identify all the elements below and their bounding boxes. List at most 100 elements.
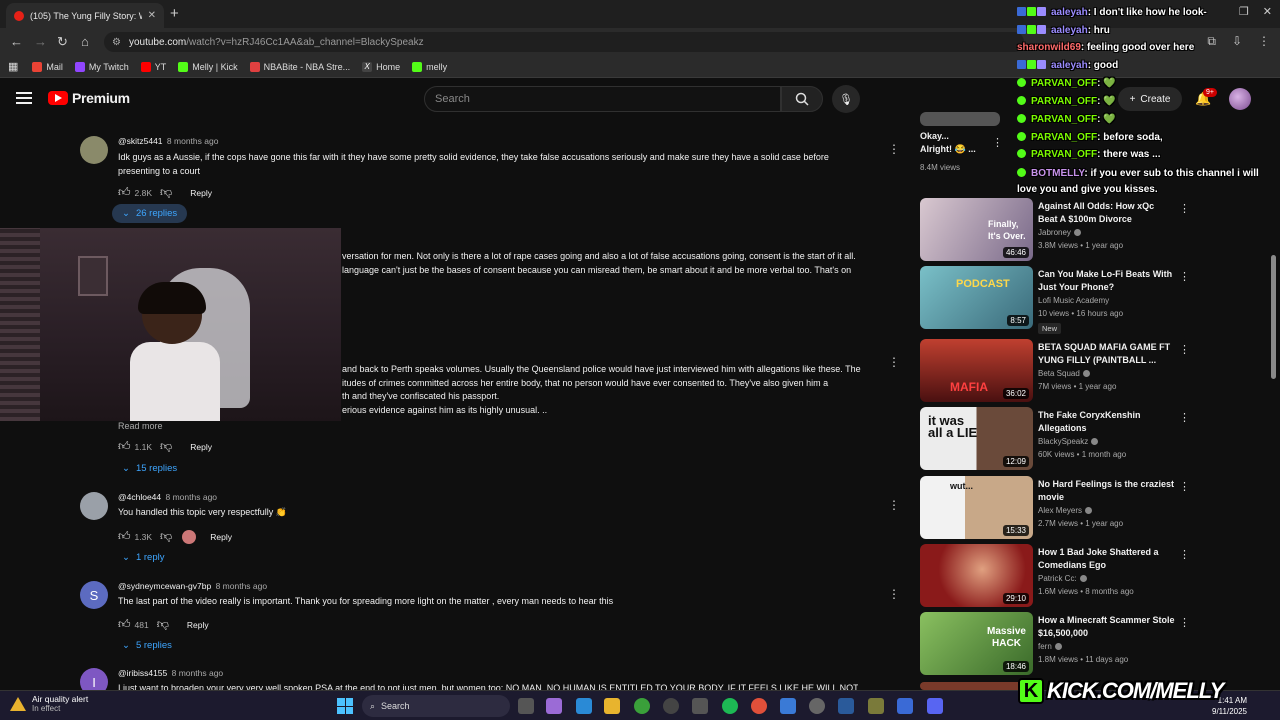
video-thumbnail[interactable]	[920, 112, 1000, 126]
like-icon[interactable]: 👍︎	[118, 617, 131, 632]
taskbar-search[interactable]: ⌕ Search	[362, 695, 510, 717]
bookmark-yt[interactable]: YT	[140, 61, 166, 72]
comment-author[interactable]: @skitz5441	[118, 136, 163, 146]
video-thumbnail[interactable]	[920, 682, 1033, 690]
extensions-icon[interactable]: ⧉	[1207, 34, 1216, 49]
video-more-icon[interactable]: ⋮	[1179, 480, 1190, 493]
comment-time[interactable]: 8 months ago	[166, 492, 218, 502]
reply-button[interactable]: Reply	[190, 442, 212, 452]
video-title[interactable]: How 1 Bad Joke Shattered a Comedians Ego	[1038, 546, 1176, 572]
new-tab-button[interactable]: +	[170, 5, 179, 22]
view-replies-button[interactable]: ⌄ 5 replies	[112, 636, 182, 655]
restore-icon[interactable]: ❐	[1239, 5, 1249, 18]
obs-icon[interactable]	[838, 698, 854, 714]
video-channel[interactable]: fern	[1038, 642, 1062, 651]
home-icon[interactable]: ⌂	[81, 34, 89, 49]
downloads-icon[interactable]: ⇩	[1232, 34, 1242, 49]
video-title[interactable]: Okay... Alright! 😂 ...	[920, 130, 980, 156]
comment-more-icon[interactable]: ⋮	[888, 587, 900, 601]
video-channel[interactable]: Jabroney	[1038, 228, 1081, 237]
video-channel[interactable]: Patrick Cc:	[1038, 574, 1087, 583]
chrome-icon[interactable]	[751, 698, 767, 714]
browser-tab-youtube[interactable]: (105) The Yung Filly Story: Wha ✕	[6, 3, 164, 28]
app-icon[interactable]	[692, 698, 708, 714]
video-thumbnail[interactable]: it was all a LIE 12:09	[920, 407, 1033, 470]
video-thumbnail[interactable]: MAFIA 36:02	[920, 339, 1033, 402]
video-more-icon[interactable]: ⋮	[1179, 411, 1190, 424]
reply-button[interactable]: Reply	[187, 620, 209, 630]
view-replies-button[interactable]: ⌄ 15 replies	[112, 459, 187, 478]
spotify-icon[interactable]	[722, 698, 738, 714]
video-thumbnail[interactable]: wut... 15:33	[920, 476, 1033, 539]
file-explorer-icon[interactable]	[604, 698, 620, 714]
bookmark-melly[interactable]: melly	[412, 61, 447, 72]
video-title[interactable]: The Fake CoryxKenshin Allegations	[1038, 409, 1176, 435]
media-icon[interactable]	[809, 698, 825, 714]
create-button[interactable]: + Create	[1118, 87, 1182, 111]
dislike-icon[interactable]: 👎︎	[157, 617, 169, 632]
comment-time[interactable]: 8 months ago	[172, 668, 224, 678]
video-title[interactable]: Against All Odds: How xQc Beat A $100m D…	[1038, 200, 1176, 226]
copilot-icon[interactable]	[546, 698, 562, 714]
avatar[interactable]	[80, 136, 108, 164]
menu-icon[interactable]: ⋮	[1258, 34, 1270, 49]
discord-icon[interactable]	[927, 698, 943, 714]
youtube-premium-logo[interactable]: Premium	[48, 90, 130, 106]
bookmark-kick[interactable]: Melly | Kick	[178, 61, 238, 72]
video-more-icon[interactable]: ⋮	[1179, 343, 1190, 356]
hamburger-menu-icon[interactable]	[16, 92, 32, 104]
close-tab-icon[interactable]: ✕	[148, 10, 156, 21]
video-channel[interactable]: BlackySpeakz	[1038, 437, 1099, 446]
video-more-icon[interactable]: ⋮	[992, 136, 1003, 149]
voice-search-button[interactable]: 🎙	[832, 85, 860, 113]
account-avatar[interactable]	[1229, 88, 1251, 110]
comment-author[interactable]: @4chloe44	[118, 492, 161, 502]
reply-button[interactable]: Reply	[190, 188, 212, 198]
video-thumbnail[interactable]: PODCAST 8:57	[920, 266, 1033, 329]
avatar[interactable]	[80, 492, 108, 520]
comment-more-icon[interactable]: ⋮	[888, 142, 900, 156]
video-more-icon[interactable]: ⋮	[1179, 270, 1190, 283]
like-icon[interactable]: 👍︎	[118, 439, 131, 454]
task-view-icon[interactable]	[518, 698, 534, 714]
like-icon[interactable]: 👍︎	[118, 529, 131, 544]
video-more-icon[interactable]: ⋮	[1179, 616, 1190, 629]
comment-author[interactable]: @sydneymcewan-gv7bp	[118, 581, 211, 591]
app-icon[interactable]	[897, 698, 913, 714]
reload-icon[interactable]: ↻	[57, 34, 68, 50]
edge-icon[interactable]	[576, 698, 592, 714]
video-more-icon[interactable]: ⋮	[1179, 548, 1190, 561]
video-thumbnail[interactable]: Finally, It's Over. 46:46	[920, 198, 1033, 261]
video-channel[interactable]: Lofi Music Academy	[1038, 296, 1109, 305]
forward-icon[interactable]: →	[34, 34, 47, 49]
video-title[interactable]: BETA SQUAD MAFIA GAME FT YUNG FILLY (PAI…	[1038, 341, 1176, 367]
apps-icon[interactable]: ▦	[8, 60, 18, 73]
comment-author[interactable]: @iribiss4155	[118, 668, 167, 678]
video-thumbnail[interactable]: 29:10	[920, 544, 1033, 607]
view-replies-button[interactable]: ⌄ 1 reply	[112, 548, 174, 567]
view-replies-button[interactable]: ⌄ 26 replies	[112, 204, 188, 223]
video-channel[interactable]: Beta Squad	[1038, 369, 1090, 378]
dislike-icon[interactable]: 👎︎	[160, 529, 172, 544]
dislike-icon[interactable]: 👎︎	[160, 185, 172, 200]
bookmark-home[interactable]: X Home	[362, 61, 400, 72]
avatar[interactable]: S	[80, 581, 108, 609]
video-channel[interactable]: Alex Meyers	[1038, 506, 1093, 515]
bookmark-mail[interactable]: Mail	[32, 61, 63, 72]
like-icon[interactable]: 👍︎	[118, 185, 131, 200]
comment-more-icon[interactable]: ⋮	[888, 498, 900, 512]
address-bar[interactable]: ⚙ youtube.com /watch?v=hzRJ46Cc1AA&ab_ch…	[104, 32, 1024, 52]
reply-button[interactable]: Reply	[210, 532, 232, 542]
video-title[interactable]: Can You Make Lo-Fi Beats With Just Your …	[1038, 268, 1176, 294]
xbox-icon[interactable]	[634, 698, 650, 714]
back-icon[interactable]: ←	[10, 34, 23, 49]
air-quality-widget[interactable]: Air quality alert In effect	[10, 694, 88, 713]
bookmark-nbabite[interactable]: NBABite - NBA Stre...	[249, 61, 350, 72]
windows-start-icon[interactable]	[337, 698, 353, 714]
app-icon[interactable]	[868, 698, 884, 714]
close-window-icon[interactable]: ✕	[1263, 5, 1272, 18]
video-more-icon[interactable]: ⋮	[1179, 202, 1190, 215]
video-title[interactable]: How a Minecraft Scammer Stole $16,500,00…	[1038, 614, 1176, 640]
video-title[interactable]: No Hard Feelings is the craziest movie	[1038, 478, 1176, 504]
photos-icon[interactable]	[780, 698, 796, 714]
